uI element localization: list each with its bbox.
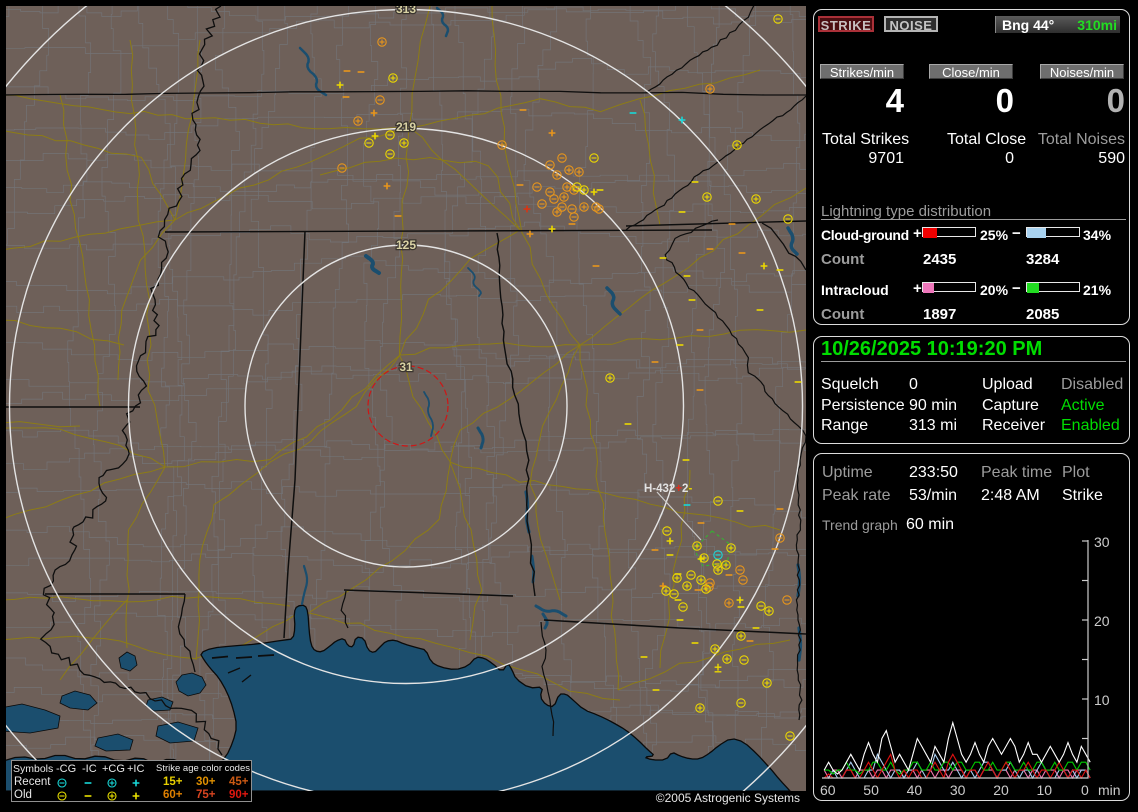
svg-text:219: 219 (396, 120, 416, 134)
svg-text:31: 31 (399, 360, 413, 374)
svg-text:H-432+2-: H-432+2- (644, 483, 692, 495)
svg-text:313: 313 (396, 6, 416, 16)
svg-text:125: 125 (396, 238, 416, 252)
